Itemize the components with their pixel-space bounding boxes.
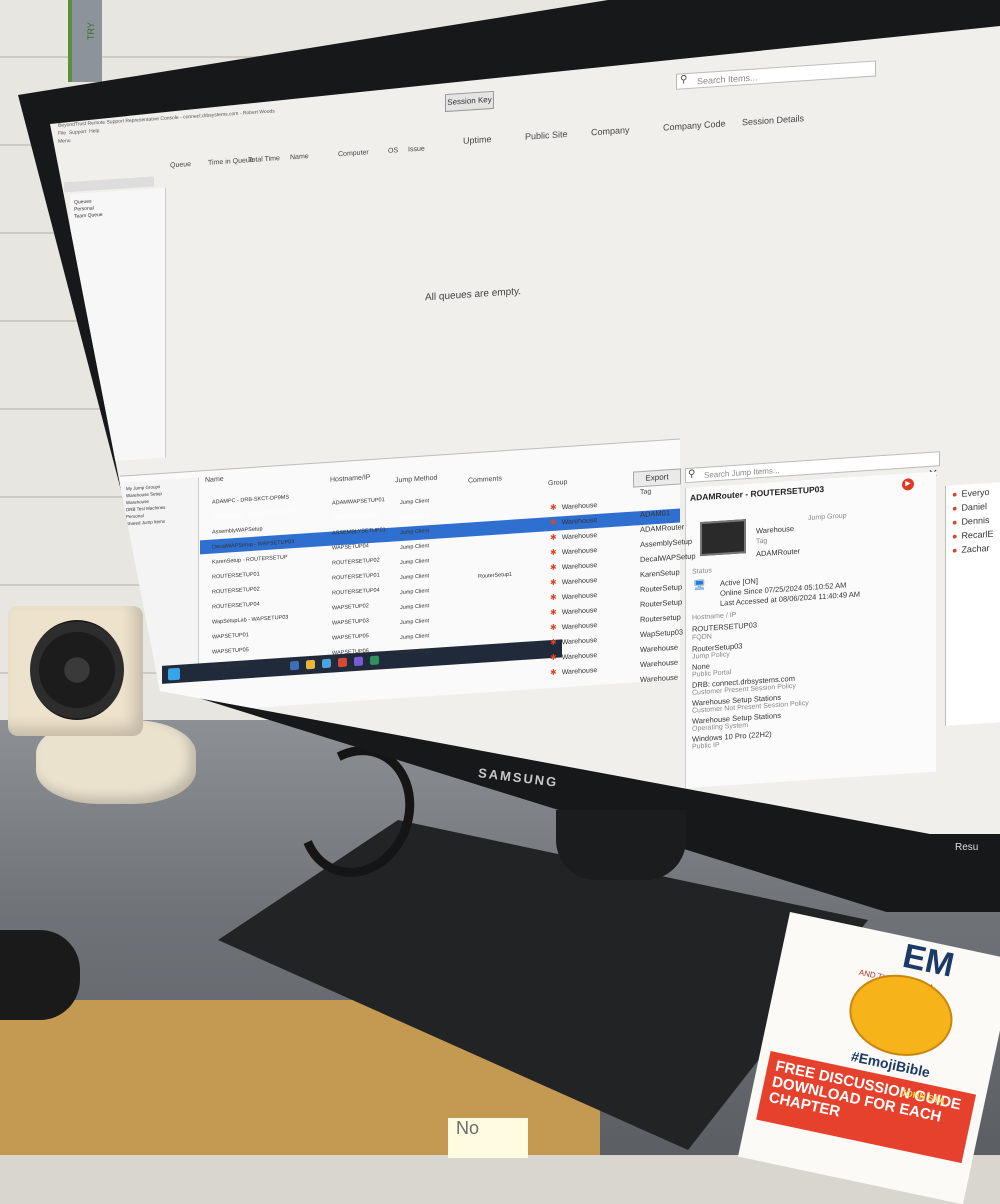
monitor-icon: 🖥 [693, 579, 706, 592]
group-icon: ✱ [550, 502, 557, 513]
group-icon: ✱ [550, 547, 557, 558]
computer-thumbnail-icon [700, 519, 746, 557]
speaker [8, 606, 143, 736]
rep-item[interactable]: ● RecarlE [952, 529, 993, 542]
column-company-code[interactable]: Company Code [663, 118, 726, 132]
export-button[interactable]: Export [633, 468, 681, 488]
representative-list-panel: ● Everyo ● Daniel ● Dennis ● RecarlE ● Zachar [945, 481, 1000, 726]
jump-column-name[interactable]: Name [205, 476, 224, 484]
search-icon: ⚲ [680, 74, 688, 86]
taskbar-app-icon[interactable] [370, 655, 379, 666]
column-issue[interactable]: Issue [408, 145, 425, 153]
column-total-time[interactable]: Total Time [248, 155, 280, 164]
search-input[interactable]: Search Items... [676, 60, 876, 90]
menu-help[interactable]: Help [89, 128, 99, 135]
empty-queue-message: All queues are empty. [425, 286, 521, 304]
group-icon: ✱ [550, 607, 557, 618]
details-status-label: Status [692, 567, 712, 576]
column-company[interactable]: Company [591, 125, 630, 138]
jump-tree-item[interactable]: My Jump Groups [126, 484, 160, 491]
paper-note: No [448, 1118, 528, 1158]
jump-tree-item[interactable]: Shared Jump Items [126, 519, 165, 527]
jump-item-tag-text: Warehouse [640, 672, 679, 685]
jump-item-tag: Warehouse [640, 673, 678, 685]
column-uptime[interactable]: Uptime [463, 134, 492, 146]
search-icon: ⚲ [688, 468, 696, 480]
resume-button[interactable]: Resu [955, 842, 978, 853]
column-public-site[interactable]: Public Site [525, 129, 568, 142]
column-name[interactable]: Name [290, 153, 309, 161]
jump-tree-item[interactable]: DRB Test Machines [126, 505, 165, 513]
menu-support[interactable]: Support [69, 129, 87, 136]
column-queue[interactable]: Queue [170, 161, 191, 169]
start-icon[interactable] [168, 667, 180, 681]
jump-column-tag[interactable]: Tag [640, 488, 651, 496]
session-key-button[interactable]: Session Key [445, 90, 494, 113]
group-icon: ✱ [550, 562, 557, 573]
group-icon: ✱ [550, 517, 557, 528]
taskbar-app-icon[interactable] [354, 656, 363, 667]
group-icon: ✱ [550, 622, 557, 633]
jump-tree-item[interactable]: Personal [126, 513, 144, 519]
browser-icon[interactable] [322, 658, 331, 669]
column-computer[interactable]: Computer [338, 149, 369, 158]
column-session-details[interactable]: Session Details [742, 113, 804, 127]
group-icon: ✱ [550, 592, 557, 603]
taskbar-app-icon[interactable] [338, 657, 347, 668]
person-icon: ● [952, 503, 958, 514]
menu-bar: File Support Help [58, 128, 99, 137]
group-icon: ✱ [550, 577, 557, 588]
rep-item[interactable]: ● Everyo [952, 487, 989, 499]
shelf-sticker [0, 930, 80, 1020]
menu-file[interactable]: File [58, 130, 66, 137]
book-banner: FREE DISCUSSION GUIDE DOWNLOAD FOR EACH … [756, 1051, 977, 1164]
speaker-cone [30, 620, 124, 720]
jump-column-group[interactable]: Group [548, 479, 567, 487]
person-icon: ● [952, 545, 958, 556]
group-icon: ✱ [550, 637, 557, 648]
person-icon: ● [952, 517, 958, 528]
folder-icon[interactable] [306, 659, 315, 670]
queue-item[interactable]: Team Queue [74, 212, 103, 220]
group-icon: ● [952, 489, 958, 500]
group-icon: ✱ [550, 652, 557, 663]
details-tag-label: Tag [756, 537, 768, 546]
details-fqdn-label: FQDN [692, 633, 712, 642]
standing-pole [68, 0, 102, 82]
jump-tree-item[interactable]: Warehouse Setup [126, 491, 162, 498]
monitor-stand-neck [556, 810, 686, 880]
rep-item[interactable]: ● Zachar [952, 543, 989, 555]
rep-item[interactable]: ● Dennis [952, 515, 989, 527]
column-time-in-queue[interactable]: Time in Queue [208, 157, 254, 167]
group-icon: ✱ [550, 532, 557, 543]
pole-label: TRY [86, 22, 96, 40]
taskbar-app-icon[interactable] [290, 660, 299, 671]
menu-row[interactable]: Menu [58, 138, 71, 145]
rep-item[interactable]: ● Daniel [952, 501, 987, 513]
column-os[interactable]: OS [388, 147, 398, 155]
person-icon: ● [952, 531, 958, 542]
queue-item[interactable]: Queues [74, 199, 92, 206]
jump-tree-item[interactable]: Warehouse [126, 499, 149, 506]
group-icon: ✱ [550, 667, 557, 678]
